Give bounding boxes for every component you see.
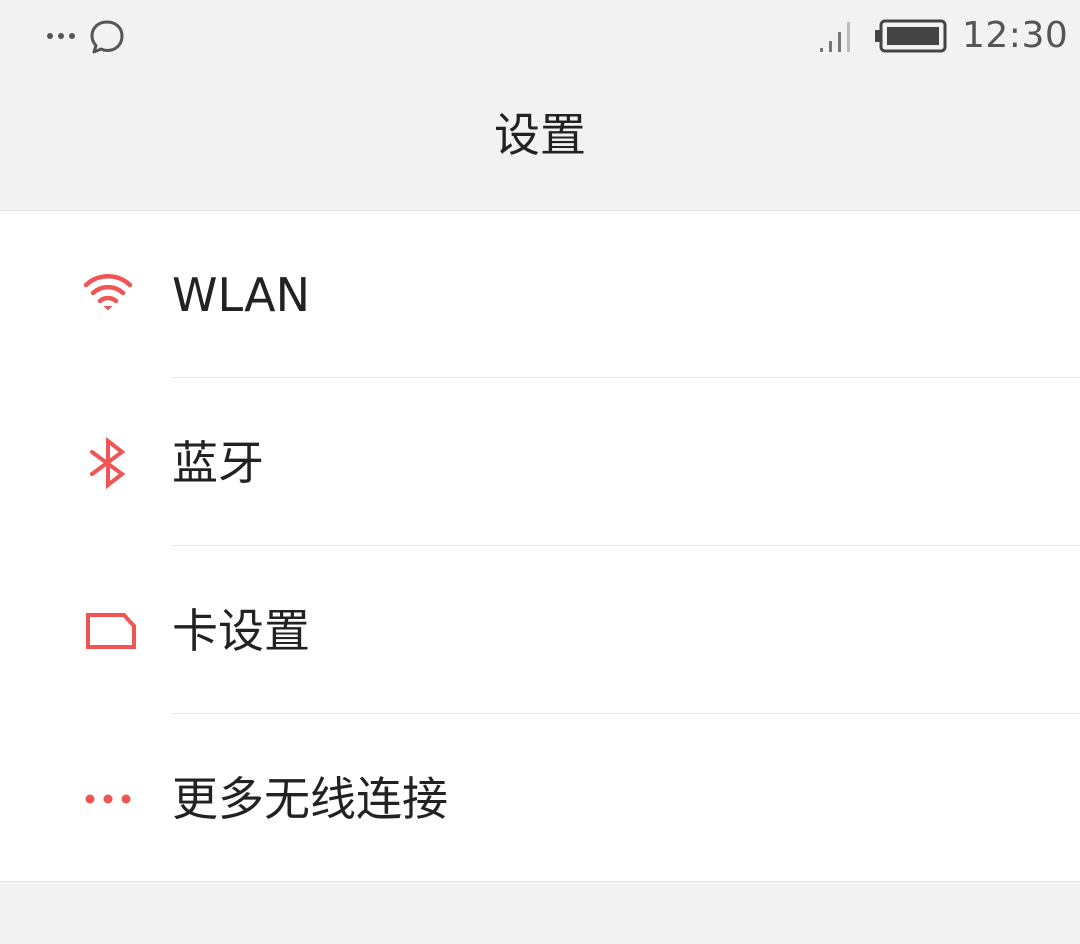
settings-item-label: 蓝牙 (172, 436, 264, 490)
page-title: 设置 (494, 108, 586, 162)
more-dots-icon (47, 33, 75, 39)
title-bar: 设置 (0, 78, 1080, 210)
signal-icon (820, 22, 850, 52)
sim-card-icon (86, 613, 136, 649)
list-divider (172, 713, 1080, 714)
settings-item-label: WLAN (172, 268, 311, 322)
settings-item-wlan[interactable]: WLAN (0, 211, 1080, 379)
wifi-icon (83, 274, 133, 311)
settings-list: WLAN 蓝牙 卡设置 更多无线连接 (0, 210, 1080, 882)
settings-item-label: 卡设置 (172, 604, 310, 658)
more-dots-icon (85, 794, 131, 804)
list-divider (172, 545, 1080, 546)
bluetooth-icon (90, 436, 126, 490)
status-time: 12:30 (962, 15, 1069, 56)
settings-item-sim-card[interactable]: 卡设置 (0, 547, 1080, 715)
list-divider (172, 377, 1080, 378)
settings-item-more-wireless[interactable]: 更多无线连接 (0, 715, 1080, 883)
battery-icon (875, 19, 947, 53)
settings-item-bluetooth[interactable]: 蓝牙 (0, 379, 1080, 547)
settings-item-label: 更多无线连接 (172, 772, 448, 826)
status-bar: 12:30 (0, 0, 1080, 78)
message-icon (90, 20, 124, 54)
